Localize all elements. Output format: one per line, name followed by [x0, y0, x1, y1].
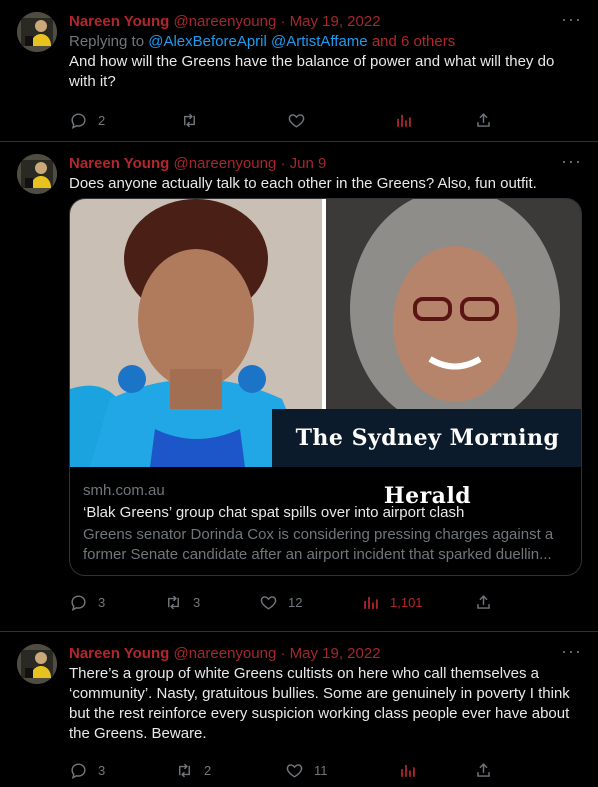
- avatar[interactable]: [17, 154, 57, 194]
- author-handle[interactable]: @nareenyoung: [173, 13, 276, 30]
- retweet-icon: [164, 593, 183, 612]
- replying-prefix: Replying to: [69, 33, 145, 50]
- author-handle[interactable]: @nareenyoung: [173, 645, 276, 662]
- author-handle[interactable]: @nareenyoung: [173, 155, 276, 172]
- tweet[interactable]: Nareen Young @nareenyoung · Jun 9 ··· Do…: [0, 142, 598, 632]
- like-button[interactable]: 11: [285, 760, 328, 780]
- mention-link[interactable]: @ArtistAffame: [271, 33, 368, 50]
- action-bar: 2: [69, 110, 598, 130]
- action-bar: 3 3 12 1,101: [69, 592, 598, 612]
- tweet-header: Nareen Young @nareenyoung · May 19, 2022: [69, 12, 582, 32]
- card-description: former Senate candidate after an airport…: [83, 546, 552, 563]
- card-title: ‘Blak Greens’ group chat spat spills ove…: [83, 504, 465, 521]
- avatar[interactable]: [17, 12, 57, 52]
- author-name[interactable]: Nareen Young: [69, 155, 169, 172]
- reply-button[interactable]: 3: [69, 760, 105, 780]
- views-icon: [398, 761, 417, 780]
- card-image: The Sydney Morning Herald: [70, 199, 581, 509]
- reply-button[interactable]: 2: [69, 110, 105, 130]
- reply-icon: [69, 593, 88, 612]
- retweet-button[interactable]: [180, 110, 199, 130]
- separator-dot: ·: [280, 155, 286, 172]
- smh-logo: The Sydney Morning Herald: [272, 409, 581, 509]
- like-icon: [285, 761, 304, 780]
- share-icon: [474, 593, 493, 612]
- more-icon[interactable]: ···: [561, 10, 582, 28]
- reply-button[interactable]: 3: [69, 592, 105, 612]
- card-domain: smh.com.au: [83, 482, 165, 499]
- retweet-icon: [180, 111, 199, 130]
- tweet-header: Nareen Young @nareenyoung · Jun 9: [69, 154, 582, 174]
- avatar[interactable]: [17, 644, 57, 684]
- views-button[interactable]: [394, 110, 413, 130]
- more-icon[interactable]: ···: [561, 642, 582, 660]
- views-button[interactable]: [398, 760, 417, 780]
- tweet-text: And how will the Greens have the balance…: [69, 53, 555, 90]
- retweet-count: 2: [204, 762, 212, 778]
- author-name[interactable]: Nareen Young: [69, 645, 169, 662]
- like-button[interactable]: 12: [259, 592, 302, 612]
- like-count: 12: [288, 594, 303, 610]
- tweet-header: Nareen Young @nareenyoung · May 19, 2022: [69, 644, 582, 664]
- like-button[interactable]: [287, 110, 306, 130]
- separator-dot: ·: [280, 13, 286, 30]
- reply-icon: [69, 761, 88, 780]
- retweet-icon: [175, 761, 194, 780]
- share-icon: [474, 111, 493, 130]
- view-count: 1,101: [390, 594, 423, 610]
- share-icon: [474, 761, 493, 780]
- retweet-button[interactable]: 3: [164, 592, 200, 612]
- reply-count: 3: [98, 762, 106, 778]
- tweet-text: There’s a group of white Greens cultists…: [69, 665, 570, 742]
- retweet-button[interactable]: 2: [175, 760, 211, 780]
- mention-link[interactable]: @AlexBeforeApril: [148, 33, 267, 50]
- others-link[interactable]: and 6 others: [372, 33, 455, 50]
- action-bar: 3 2 11: [69, 760, 598, 780]
- reply-icon: [69, 111, 88, 130]
- tweet-date[interactable]: May 19, 2022: [290, 645, 381, 662]
- tweet-date[interactable]: Jun 9: [290, 155, 327, 172]
- tweet[interactable]: Nareen Young @nareenyoung · May 19, 2022…: [0, 0, 598, 142]
- share-button[interactable]: [474, 592, 493, 612]
- card-description: Greens senator Dorinda Cox is considerin…: [83, 526, 554, 543]
- share-button[interactable]: [474, 110, 493, 130]
- like-icon: [259, 593, 278, 612]
- views-icon: [394, 111, 413, 130]
- reply-count: 3: [98, 594, 106, 610]
- views-icon: [361, 593, 380, 612]
- link-card[interactable]: The Sydney Morning Herald smh.com.au ‘Bl…: [69, 198, 582, 576]
- like-count: 11: [314, 762, 328, 778]
- author-name[interactable]: Nareen Young: [69, 13, 169, 30]
- tweet[interactable]: Nareen Young @nareenyoung · May 19, 2022…: [0, 632, 598, 787]
- views-button[interactable]: 1,101: [361, 592, 423, 612]
- replying-to: Replying to @AlexBeforeApril @ArtistAffa…: [69, 32, 582, 52]
- reply-count: 2: [98, 112, 106, 128]
- retweet-count: 3: [193, 594, 201, 610]
- share-button[interactable]: [474, 760, 493, 780]
- tweet-date[interactable]: May 19, 2022: [290, 13, 381, 30]
- separator-dot: ·: [280, 645, 286, 662]
- more-icon[interactable]: ···: [561, 152, 582, 170]
- tweet-text: Does anyone actually talk to each other …: [69, 175, 537, 192]
- like-icon: [287, 111, 306, 130]
- card-meta: smh.com.au ‘Blak Greens’ group chat spat…: [83, 481, 568, 565]
